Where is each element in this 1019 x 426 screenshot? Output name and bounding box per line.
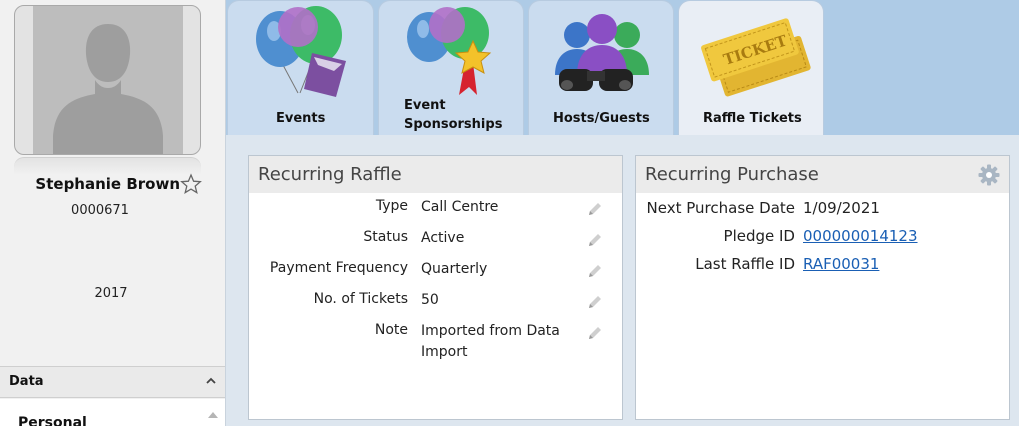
raffle-content-area: Recurring Raffle Type Call Centre Status… xyxy=(229,135,1019,426)
field-value-note-line2: Import xyxy=(421,344,468,360)
field-label-status: Status xyxy=(363,229,408,245)
field-row-next-purchase-date: Next Purchase Date 1/09/2021 xyxy=(636,199,1009,223)
person-silhouette-icon xyxy=(33,6,183,154)
field-row-pledge-id: Pledge ID 000000014123 xyxy=(636,227,1009,251)
recurring-purchase-title: Recurring Purchase xyxy=(645,164,819,185)
tab-hosts-guests[interactable]: Hosts/Guests xyxy=(528,0,674,135)
tab-raffle-tickets[interactable]: TICKET Raffle Tickets xyxy=(678,0,824,135)
field-row-payment-frequency: Payment Frequency Quarterly xyxy=(249,260,622,284)
balloons-invitation-icon xyxy=(228,5,373,97)
field-value-status: Active xyxy=(421,230,465,246)
field-row-type: Type Call Centre xyxy=(249,198,622,222)
scroll-up-icon[interactable] xyxy=(206,405,220,418)
field-value-note-line1: Imported from Data xyxy=(421,323,560,339)
balloons-award-ribbon-icon xyxy=(379,5,523,97)
recurring-purchase-panel: Recurring Purchase Next Purchase Date 1/… xyxy=(635,155,1010,420)
tab-event-sponsorships-label-line2: Sponsorships xyxy=(404,117,503,132)
pencil-icon[interactable] xyxy=(586,293,604,311)
field-label-last-raffle-id: Last Raffle ID xyxy=(695,255,795,273)
field-label-type: Type xyxy=(375,198,408,214)
profile-sidebar: Stephanie Brown 0000671 2017 Data Person… xyxy=(0,0,226,426)
tab-events-label: Events xyxy=(276,111,326,126)
donor-name: Stephanie Brown xyxy=(35,175,180,193)
field-label-pledge-id: Pledge ID xyxy=(723,227,795,245)
field-label-no-of-tickets: No. of Tickets xyxy=(313,291,408,307)
field-value-type: Call Centre xyxy=(421,199,499,215)
avatar-reflection xyxy=(14,157,201,175)
raffle-tickets-icon: TICKET xyxy=(679,5,823,97)
field-row-last-raffle-id: Last Raffle ID RAF00031 xyxy=(636,255,1009,279)
recurring-raffle-header: Recurring Raffle xyxy=(249,156,622,193)
field-value-payment-frequency: Quarterly xyxy=(421,261,488,277)
module-tab-strip: Events Event Sponsorships Hosts/Guests T… xyxy=(226,0,1019,135)
tab-event-sponsorships-label-line1: Event xyxy=(404,98,446,113)
field-row-no-of-tickets: No. of Tickets 50 xyxy=(249,291,622,315)
sidebar-item-personal[interactable]: Personal xyxy=(18,415,87,426)
star-outline-icon[interactable] xyxy=(180,173,202,195)
field-value-next-purchase-date: 1/09/2021 xyxy=(803,199,880,217)
pencil-icon[interactable] xyxy=(586,231,604,249)
recurring-purchase-header: Recurring Purchase xyxy=(636,156,1009,193)
pencil-icon[interactable] xyxy=(586,324,604,342)
pencil-icon[interactable] xyxy=(586,262,604,280)
field-label-payment-frequency: Payment Frequency xyxy=(269,260,408,276)
pencil-icon[interactable] xyxy=(586,200,604,218)
field-row-status: Status Active xyxy=(249,229,622,253)
field-label-note: Note xyxy=(374,322,408,338)
field-label-next-purchase-date: Next Purchase Date xyxy=(646,199,795,217)
chevron-up-icon[interactable] xyxy=(203,373,219,389)
donor-id: 0000671 xyxy=(71,203,129,218)
avatar[interactable] xyxy=(14,5,201,155)
last-raffle-id-link[interactable]: RAF00031 xyxy=(803,254,879,275)
recurring-raffle-panel: Recurring Raffle Type Call Centre Status… xyxy=(248,155,623,420)
tab-events[interactable]: Events xyxy=(227,0,374,135)
tab-raffle-tickets-label: Raffle Tickets xyxy=(703,111,802,126)
data-section-body: Personal xyxy=(0,399,225,426)
donor-year: 2017 xyxy=(94,286,128,301)
tab-hosts-guests-label: Hosts/Guests xyxy=(553,111,650,126)
field-row-note: Note Imported from Data Import xyxy=(249,322,622,366)
recurring-raffle-title: Recurring Raffle xyxy=(258,164,402,185)
data-section-header[interactable]: Data xyxy=(0,366,225,398)
data-section-label: Data xyxy=(9,374,44,389)
field-value-no-of-tickets: 50 xyxy=(421,292,439,308)
gear-icon[interactable] xyxy=(977,163,1001,187)
tab-event-sponsorships[interactable]: Event Sponsorships xyxy=(378,0,524,135)
people-binoculars-icon xyxy=(529,5,673,97)
pledge-id-link[interactable]: 000000014123 xyxy=(803,226,918,247)
